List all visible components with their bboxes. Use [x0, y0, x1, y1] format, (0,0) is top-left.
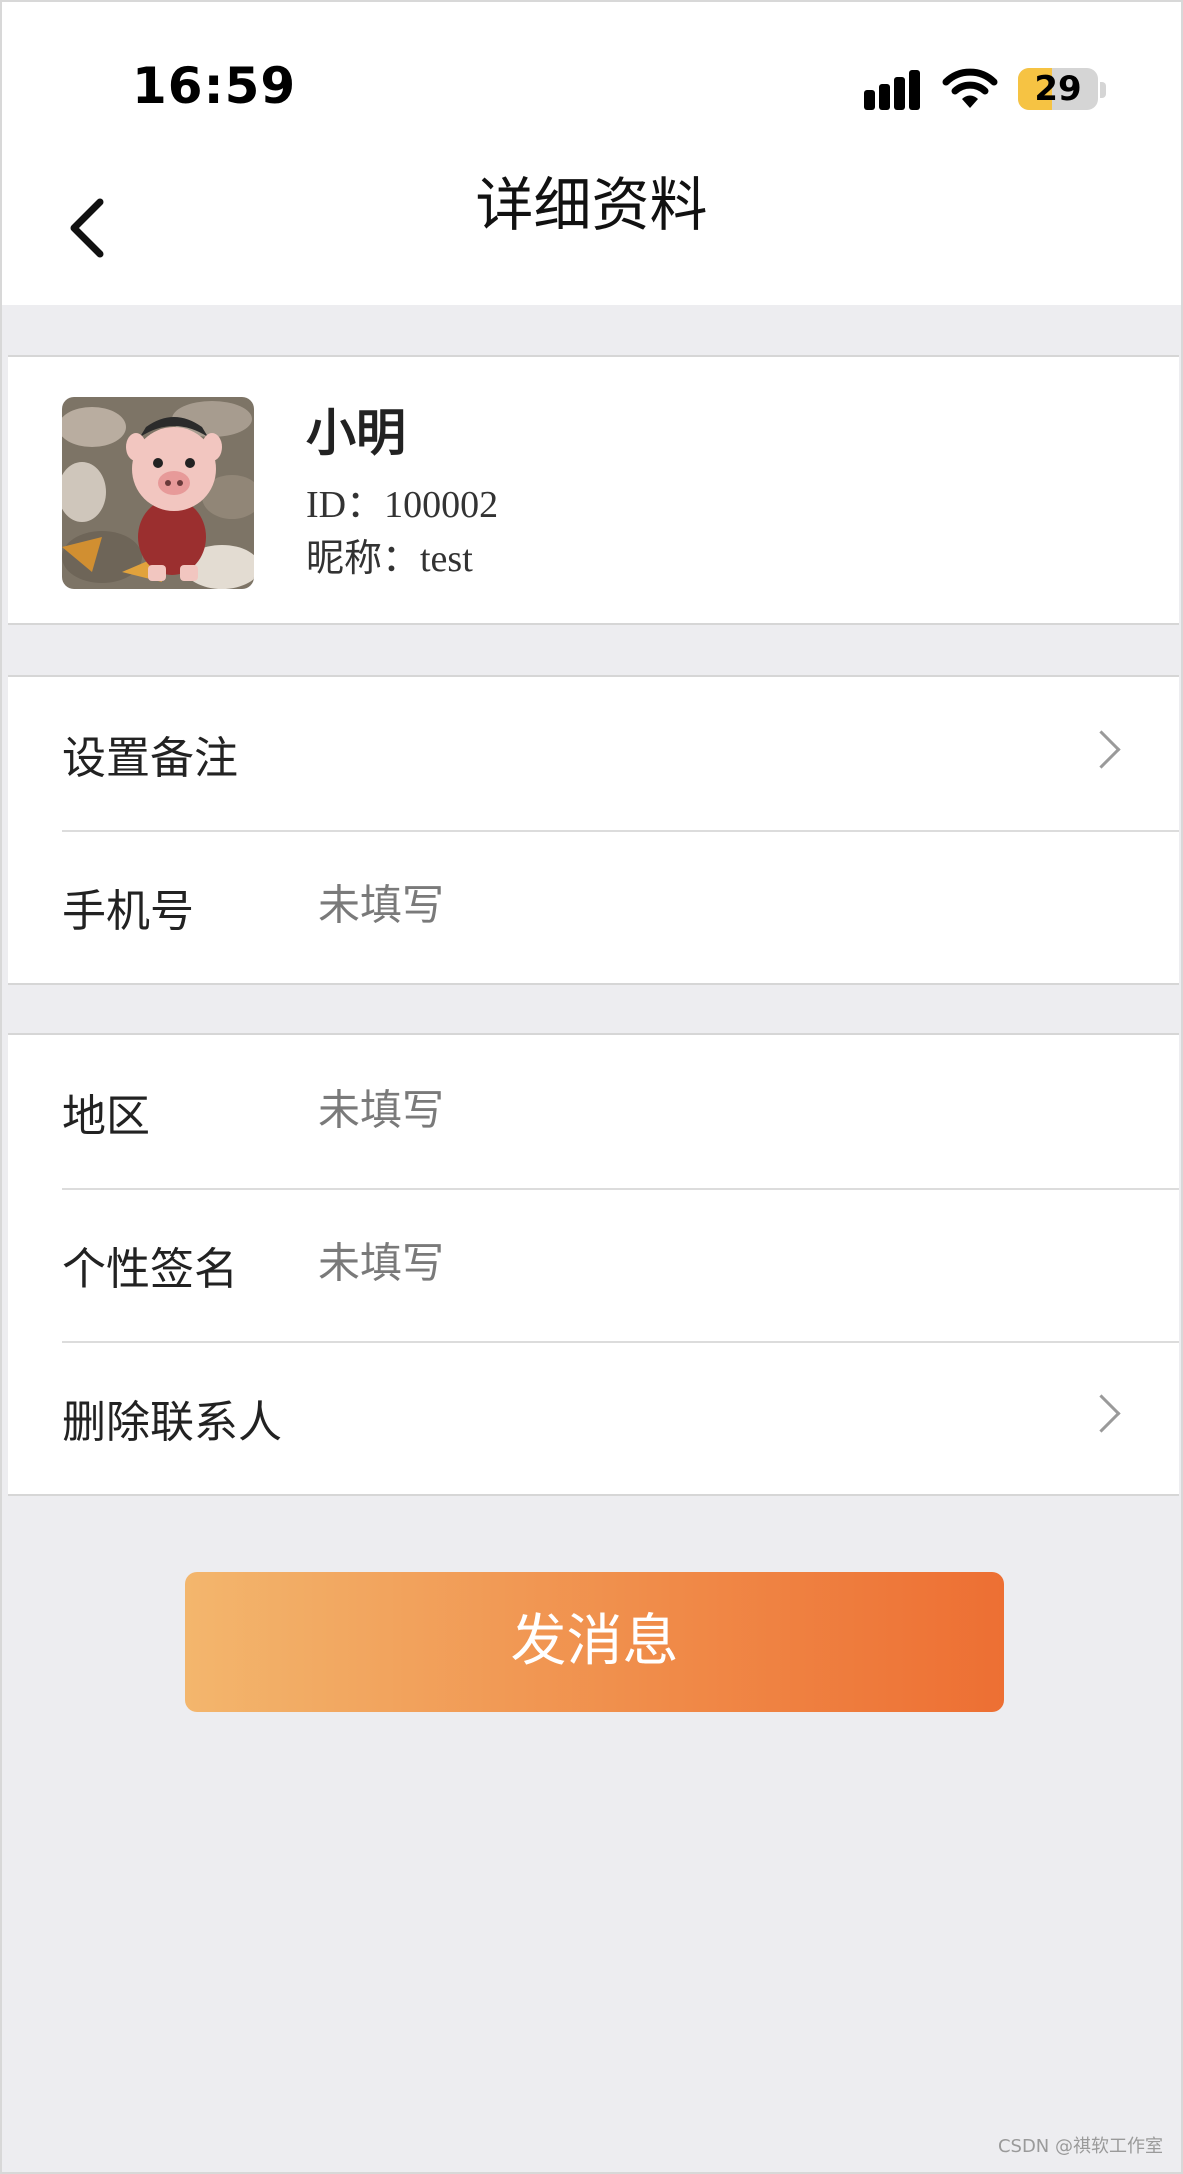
avatar[interactable] [62, 397, 254, 589]
app-screen: 16:59 29 详细资料 小明 ID：100002 昵称：test 设置备注 … [0, 0, 1183, 2174]
page-title: 详细资料 [475, 171, 708, 239]
status-time: 16:59 [132, 57, 297, 115]
signature-row: 个性签名 未填写 [8, 1188, 1179, 1341]
status-bar: 16:59 29 [2, 2, 1181, 132]
send-message-button[interactable]: 发消息 [185, 1572, 1004, 1712]
region-row: 地区 未填写 [8, 1035, 1179, 1188]
delete-contact-label: 删除联系人 [62, 1396, 282, 1448]
settings-group-2: 地区 未填写 个性签名 未填写 删除联系人 [8, 1033, 1179, 1496]
battery-cap [1100, 82, 1106, 98]
profile-card: 小明 ID：100002 昵称：test [8, 355, 1179, 625]
battery-level: 29 [1034, 69, 1082, 109]
region-label: 地区 [62, 1090, 150, 1142]
phone-label: 手机号 [62, 885, 194, 937]
cellular-signal-icon [864, 70, 922, 110]
set-remark-row[interactable]: 设置备注 [8, 677, 1179, 830]
contact-name: 小明 [306, 404, 406, 462]
contact-nickname: 昵称：test [306, 538, 473, 580]
chevron-right-icon [1082, 1393, 1121, 1433]
settings-group-1: 设置备注 手机号 未填写 [8, 675, 1179, 985]
nav-bar: 详细资料 [2, 132, 1181, 305]
battery-icon: 29 [1018, 68, 1098, 110]
contact-id: ID：100002 [306, 484, 499, 526]
region-value: 未填写 [318, 1085, 445, 1135]
phone-value: 未填写 [318, 880, 445, 930]
watermark: CSDN @祺软工作室 [997, 2136, 1163, 2157]
signature-value: 未填写 [318, 1238, 445, 1288]
phone-row: 手机号 未填写 [8, 830, 1179, 983]
delete-contact-row[interactable]: 删除联系人 [8, 1341, 1179, 1494]
set-remark-label: 设置备注 [62, 732, 238, 784]
chevron-right-icon [1082, 729, 1121, 769]
wifi-icon [942, 68, 998, 108]
signature-label: 个性签名 [62, 1243, 238, 1295]
